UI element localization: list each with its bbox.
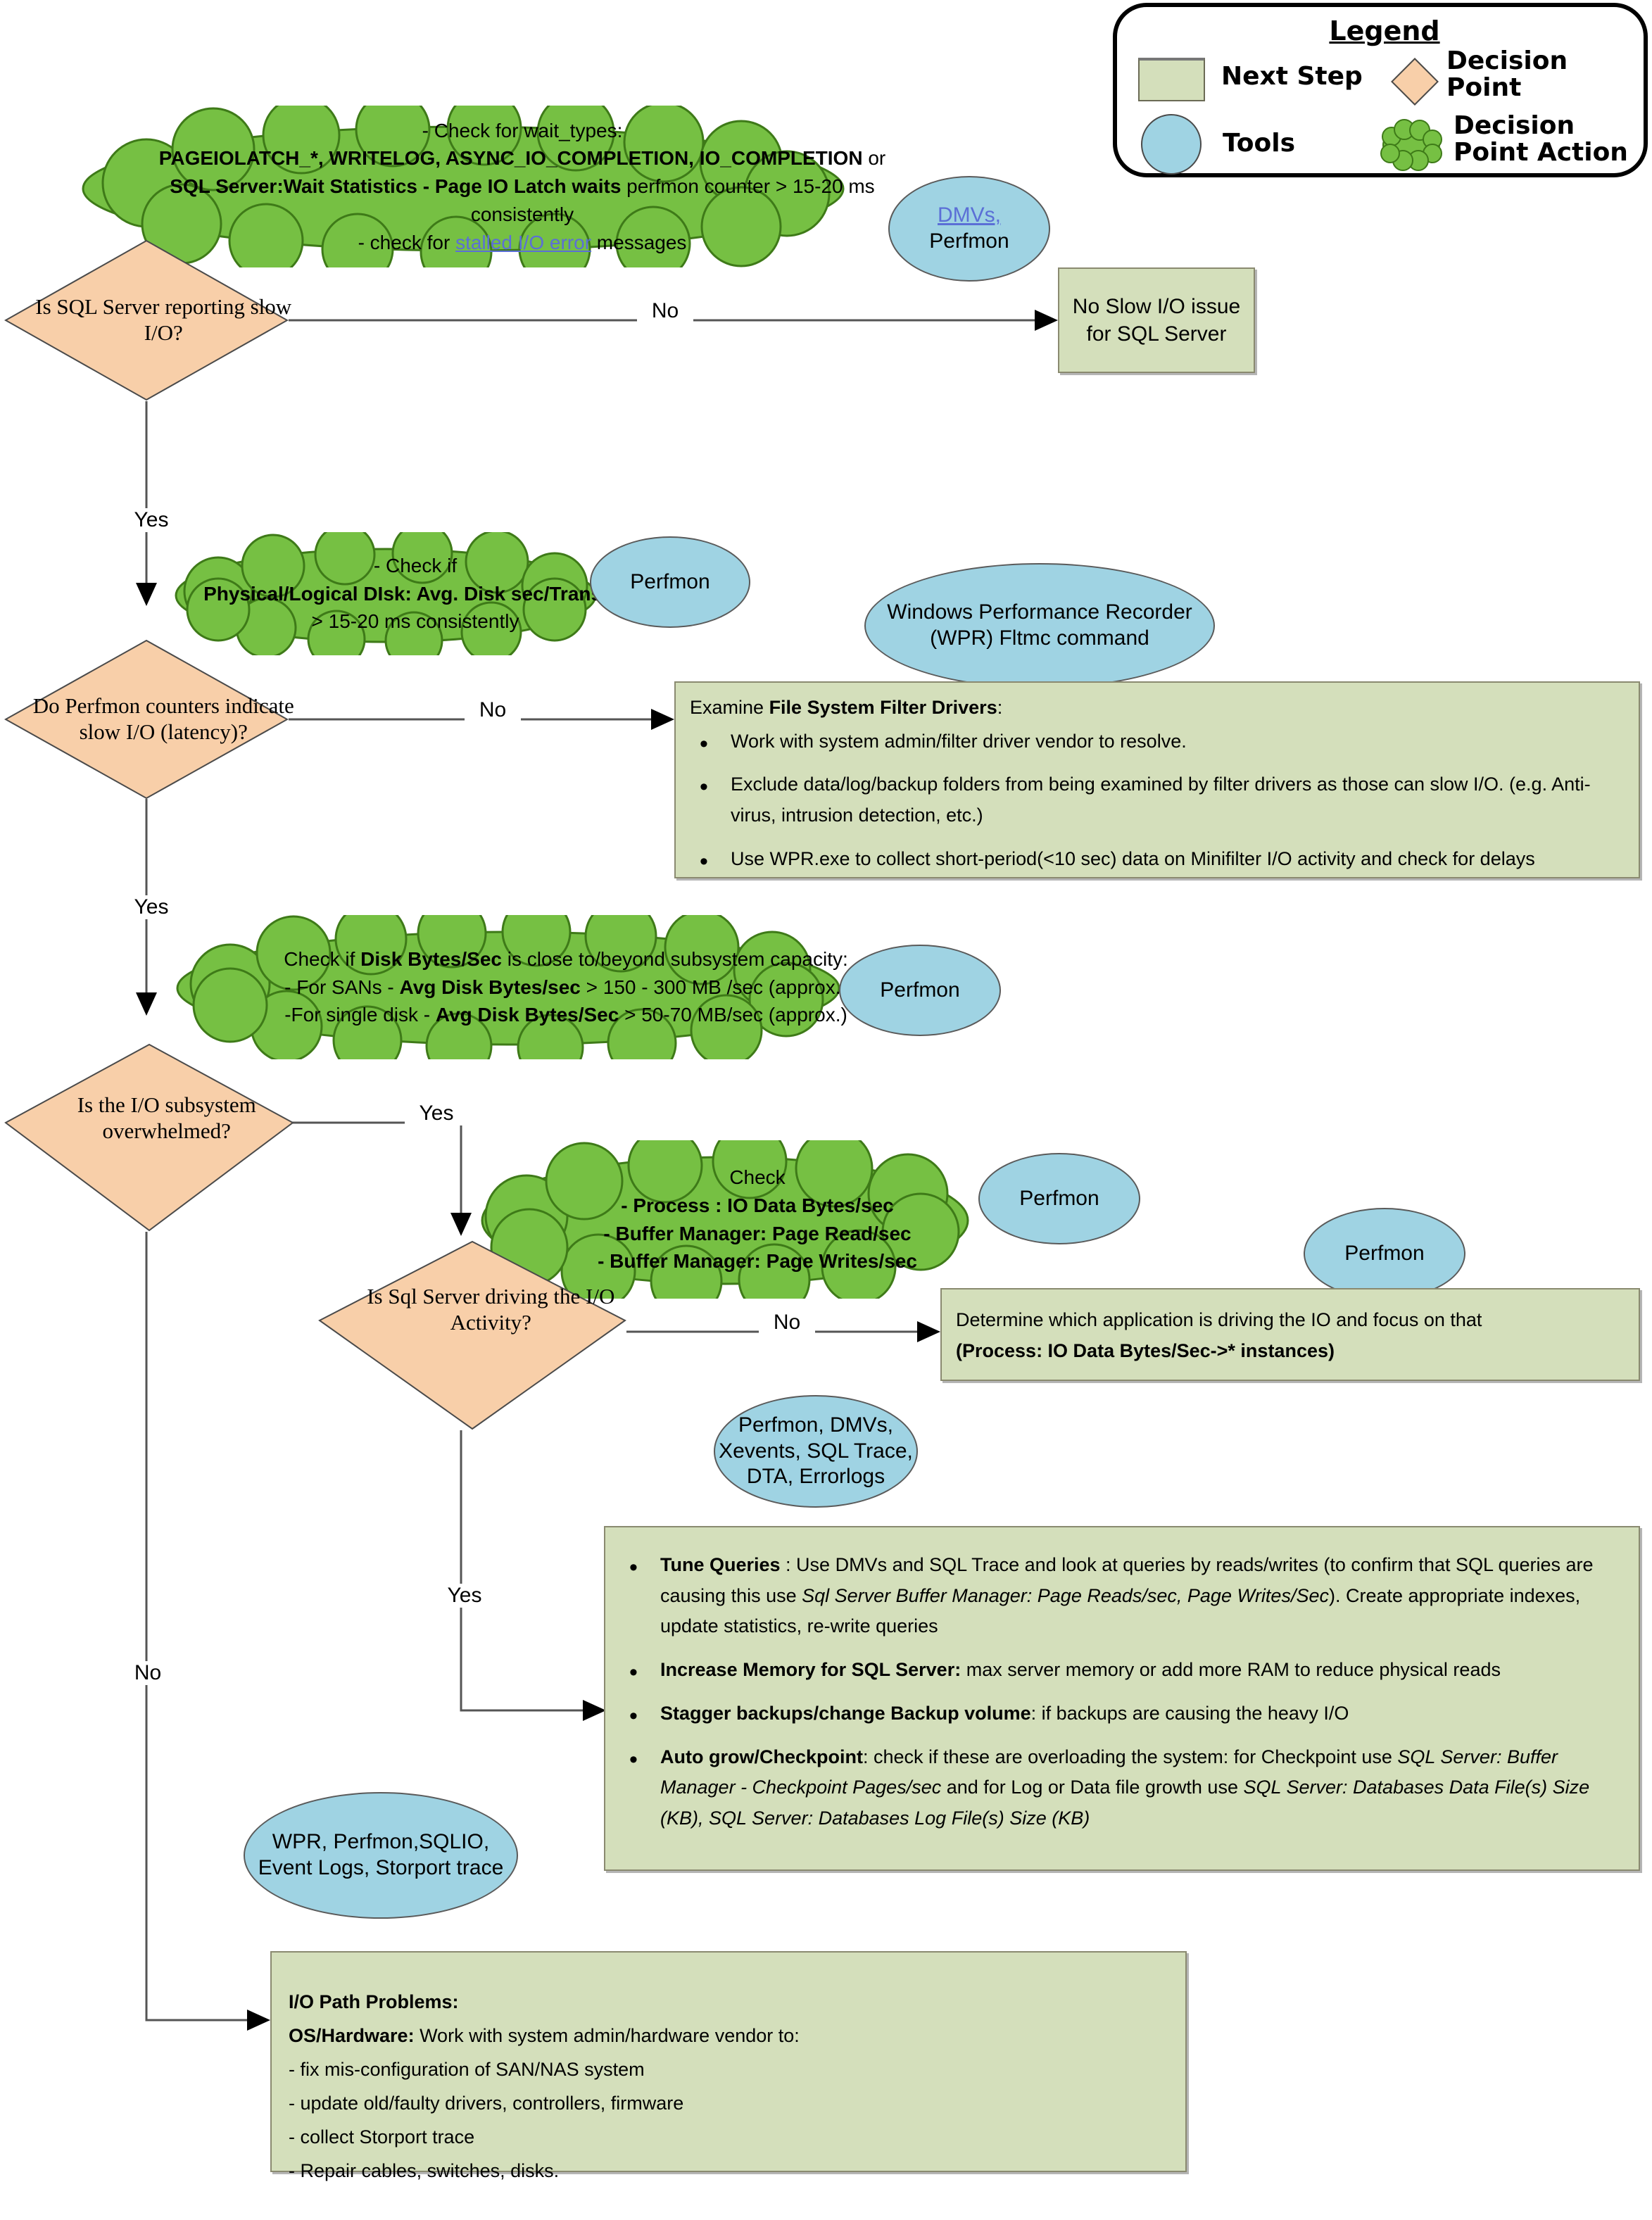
legend-swatch-decision-point — [1389, 56, 1440, 107]
cloud-disk-bytes: Check if Disk Bytes/Sec is close to/beyo… — [156, 915, 860, 1059]
cloud-sql-counters-line1: Check — [729, 1166, 786, 1188]
cloud-disk-bytes-line1: Check if Disk Bytes/Sec is close to/beyo… — [284, 947, 848, 970]
edge-label-no-3: No — [120, 1661, 176, 1685]
decision-label: Do Perfmon counters indicate slow I/O (l… — [32, 693, 294, 744]
edge-label-no-4: No — [759, 1311, 815, 1335]
edge-label-yes-3: Yes — [405, 1102, 468, 1125]
tool-perfmon-3[interactable]: Perfmon — [978, 1153, 1140, 1244]
box-sql-remediation: Tune Queries : Use DMVs and SQL Trace an… — [604, 1526, 1640, 1871]
cloud-disk-bytes-line2: - For SANs - Avg Disk Bytes/sec > 150 - … — [284, 976, 847, 998]
box-no-slow-io: No Slow I/O issue for SQL Server — [1058, 267, 1255, 373]
decision-is-sql-server-driving-io[interactable]: Is Sql Server driving the I/O Activity? — [318, 1240, 626, 1430]
legend-panel: Legend Next Step Decision Point Tools De… — [1113, 3, 1648, 177]
cloud-wait-line1: - Check for wait_types: — [422, 119, 623, 141]
edge-label-no-2: No — [465, 698, 521, 722]
legend-title: Legend — [1329, 15, 1440, 46]
decision-label: Is Sql Server driving the I/O Activity? — [367, 1284, 615, 1335]
cloud-disk-latency-line3: > 15-20 ms consistently — [311, 610, 519, 633]
list-item: Auto grow/Checkpoint: check if these are… — [629, 1741, 1625, 1834]
cloud-wait-line2: PAGEIOLATCH_*, WRITELOG, ASYNC_IO_COMPLE… — [158, 147, 886, 170]
cloud-wait-line3: SQL Server:Wait Statistics - Page IO Lat… — [170, 175, 875, 198]
cloud-disk-latency-line2: Physical/Logical DIsk: Avg. Disk sec/Tra… — [203, 582, 627, 605]
legend-label-tools: Tools — [1223, 129, 1296, 158]
tool-sql-diagnostics[interactable]: Perfmon, DMVs, Xevents, SQL Trace, DTA, … — [714, 1395, 918, 1508]
cloud-wait-line5: - check for stalled I/O error messages — [358, 231, 687, 253]
edge-label-no-1: No — [637, 299, 693, 323]
other-app-line1: Determine which application is driving t… — [956, 1309, 1482, 1330]
cloud-wait-line4: consistently — [470, 203, 574, 225]
box-no-slow-io-label: No Slow I/O issue for SQL Server — [1072, 295, 1241, 346]
legend-label-decision-point: Decision Point — [1446, 46, 1568, 102]
legend-swatch-tools — [1141, 114, 1202, 175]
tool-wpr-storport[interactable]: WPR, Perfmon,SQLIO, Event Logs, Storport… — [244, 1792, 518, 1919]
decision-is-io-subsystem-overwhelmed[interactable]: Is the I/O subsystem overwhelmed? — [4, 1043, 294, 1232]
box-determine-other-application: Determine which application is driving t… — [940, 1288, 1640, 1381]
stalled-io-error-link[interactable]: stalled I/O error — [455, 232, 591, 253]
decision-label: Is SQL Server reporting slow I/O? — [35, 294, 292, 345]
filter-drivers-heading: Examine File System Filter Drivers: — [690, 697, 1003, 718]
list-item: Increase Memory for SQL Server: max serv… — [629, 1653, 1625, 1692]
legend-label-next-step: Next Step — [1221, 62, 1363, 91]
legend-swatch-next-step — [1138, 58, 1205, 101]
edge-label-yes-1: Yes — [120, 508, 183, 532]
io-path-subtitle: OS/Hardware: Work with system admin/hard… — [289, 2025, 800, 2047]
legend-label-decision-point-action: Decision Point Action — [1454, 111, 1628, 167]
filter-drivers-bullets: Work with system admin/filter driver ven… — [690, 725, 1625, 881]
decision-do-perfmon-counters-indicate-slow-io[interactable]: Do Perfmon counters indicate slow I/O (l… — [4, 639, 294, 800]
box-file-system-filter-drivers: Examine File System Filter Drivers: Work… — [674, 681, 1640, 881]
other-app-line2: (Process: IO Data Bytes/Sec->* instances… — [956, 1339, 1335, 1361]
tool-perfmon-4[interactable]: Perfmon — [1304, 1208, 1465, 1299]
io-path-title: I/O Path Problems: — [289, 1991, 459, 2012]
list-item: - update old/faulty drivers, controllers… — [289, 2093, 684, 2114]
list-item: Use WPR.exe to collect short-period(<10 … — [700, 843, 1625, 881]
list-item: Exclude data/log/backup folders from bei… — [700, 768, 1625, 831]
list-item: - fix mis-configuration of SAN/NAS syste… — [289, 2059, 645, 2081]
cloud-disk-latency: - Check if Physical/Logical DIsk: Avg. D… — [160, 532, 627, 655]
decision-label: Is the I/O subsystem overwhelmed? — [77, 1092, 256, 1143]
list-item: - Repair cables, switches, disks. — [289, 2160, 560, 2182]
cloud-disk-latency-line1: - Check if — [373, 554, 458, 576]
dmvs-link[interactable]: DMVs, — [938, 203, 1001, 229]
list-item: Stagger backups/change Backup volume: if… — [629, 1697, 1625, 1736]
list-item: Tune Queries : Use DMVs and SQL Trace an… — [629, 1549, 1625, 1642]
edge-label-yes-4: Yes — [433, 1584, 496, 1608]
decision-is-sql-server-reporting-slow-io[interactable]: Is SQL Server reporting slow I/O? — [4, 239, 291, 401]
dmvs-perfmon-rest: Perfmon — [929, 229, 1009, 253]
tool-wpr-fltmc[interactable]: Windows Performance Recorder (WPR) Fltmc… — [864, 563, 1215, 688]
remediation-bullets: Tune Queries : Use DMVs and SQL Trace an… — [619, 1549, 1625, 1834]
cloud-sql-counters-line2: - Process : IO Data Bytes/sec — [621, 1194, 894, 1216]
tool-perfmon-1[interactable]: Perfmon — [590, 536, 750, 628]
cloud-disk-bytes-line3: -For single disk - Avg Disk Bytes/Sec > … — [284, 1004, 847, 1026]
tool-perfmon-2[interactable]: Perfmon — [839, 945, 1001, 1036]
list-item: - collect Storport trace — [289, 2126, 475, 2148]
legend-swatch-decision-point-action — [1376, 118, 1446, 172]
list-item: Work with system admin/filter driver ven… — [700, 725, 1625, 764]
box-io-path-problems: I/O Path Problems: OS/Hardware: Work wit… — [270, 1951, 1187, 2181]
tool-dmvs-perfmon[interactable]: DMVs, Perfmon — [888, 176, 1050, 282]
flowchart-canvas: Legend Next Step Decision Point Tools De… — [0, 0, 1652, 2181]
